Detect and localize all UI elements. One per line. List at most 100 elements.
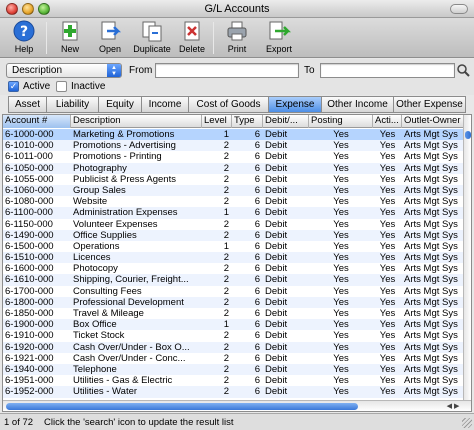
cell-type: 6 [254, 330, 260, 342]
toolbar-separator [213, 22, 214, 54]
table-row[interactable]: 6-1150-000 Volunteer Expenses 2 6 Debit Yes Ye… [3, 219, 465, 230]
cell-type: 6 [254, 308, 260, 319]
table-row[interactable]: 6-1952-000 Utilities - Water 2 6 Debit Yes Yes… [3, 386, 465, 398]
cell-active: Yes [379, 240, 396, 252]
search-icon[interactable] [456, 61, 470, 79]
table-row[interactable]: 6-1940-000 Telephone 2 6 Debit Yes Yes Arts Mgt… [3, 363, 465, 376]
account-type-tabs: Asset Liability Equity Income Cost of Go… [8, 96, 466, 113]
table-row[interactable]: 6-1000-000 Marketing & Promotions 1 6 Debit Y… [3, 129, 465, 141]
help-button[interactable]: ? Help [4, 19, 44, 57]
cell-level: 2 [223, 375, 229, 387]
print-button[interactable]: Print [217, 19, 257, 57]
table-row[interactable]: 6-1080-000 Website 2 6 Debit Yes Yes Arts Mgt S… [3, 196, 465, 207]
cell-outlet-owner: Arts Mgt Sys [404, 218, 458, 230]
table-row[interactable]: 6-1500-000 Operations 1 6 Debit Yes Yes Arts Mg… [3, 241, 465, 252]
cell-debit-credit: Debit [265, 252, 288, 264]
export-label: Export [265, 44, 292, 54]
table-row[interactable]: 6-1700-000 Consulting Fees 2 6 Debit Yes Yes Ar… [3, 286, 465, 297]
active-checkbox[interactable]: ✓ [8, 81, 19, 92]
tab-cost-of-goods[interactable]: Cost of Goods [188, 96, 268, 113]
table-row[interactable]: 6-1850-000 Travel & Mileage 2 6 Debit Yes Yes A… [3, 308, 465, 319]
cell-description: Promotions - Printing [73, 151, 162, 163]
table-row[interactable]: 6-1010-000 Promotions - Advertising 2 6 Debi… [3, 140, 465, 152]
table-row[interactable]: 6-1060-000 Group Sales 2 6 Debit Yes Yes Arts M… [3, 184, 465, 197]
cell-outlet-owner: Arts Mgt Sys [404, 330, 458, 342]
to-label: To [304, 65, 315, 76]
column-header-type[interactable]: Type [232, 115, 263, 128]
tab-asset[interactable]: Asset [8, 96, 46, 113]
export-icon [269, 21, 291, 40]
table-row[interactable]: 6-1610-000 Shipping, Courier, Freight... 2… [3, 274, 465, 286]
column-header-posting[interactable]: Posting [309, 115, 373, 128]
horizontal-scroll-thumb[interactable] [6, 403, 358, 410]
cell-account: 6-1800-000 [5, 296, 54, 308]
table-row[interactable]: 6-1921-000 Cash Over/Under - Conc... 2 6 Deb… [3, 353, 465, 364]
cell-posting: Yes [333, 319, 349, 331]
duplicate-button[interactable]: Duplicate [131, 19, 173, 57]
vertical-scroll-thumb[interactable] [465, 131, 471, 139]
cell-description: Box Office [73, 319, 117, 331]
search-field-select[interactable]: Description ▲ ▼ [6, 63, 122, 78]
cell-level: 2 [223, 218, 229, 230]
tab-liability[interactable]: Liability [46, 96, 98, 113]
inactive-label: Inactive [71, 81, 106, 92]
table-row[interactable]: 6-1910-000 Ticket Stock 2 6 Debit Yes Yes Arts … [3, 330, 465, 341]
column-header-active[interactable]: Acti... [373, 115, 402, 128]
cell-level: 1 [223, 129, 229, 140]
vertical-scrollbar[interactable] [463, 115, 471, 401]
table-row[interactable]: 6-1920-000 Cash Over/Under - Box O... 2 6 De… [3, 341, 465, 353]
table-row[interactable]: 6-1100-000 Administration Expenses 1 6 Debit… [3, 207, 465, 219]
tab-other-income[interactable]: Other Income [321, 96, 393, 113]
export-button[interactable]: Export [259, 19, 299, 57]
tab-equity[interactable]: Equity [98, 96, 141, 113]
svg-text:?: ? [20, 24, 28, 40]
horizontal-scrollbar[interactable]: ◀ ▶ [3, 400, 471, 411]
table-row[interactable]: 6-1510-000 Licences 2 6 Debit Yes Yes Arts Mgt … [3, 252, 465, 264]
table-row[interactable]: 6-1055-000 Publicist & Press Agents 2 6 Debi… [3, 174, 465, 185]
cell-type: 6 [254, 375, 260, 387]
resize-grip-icon[interactable] [462, 418, 472, 428]
delete-label: Delete [178, 44, 205, 54]
column-header-outlet-owner[interactable]: Outlet-Owner [402, 115, 465, 128]
cell-level: 2 [223, 173, 229, 185]
cell-active: Yes [379, 207, 396, 219]
cell-posting: Yes [333, 352, 349, 364]
table-row[interactable]: 6-1900-000 Box Office 1 6 Debit Yes Yes Arts Mg… [3, 319, 465, 331]
cell-active: Yes [379, 363, 396, 375]
cell-posting: Yes [333, 375, 349, 387]
tab-income[interactable]: Income [141, 96, 188, 113]
scroll-arrows-icon[interactable]: ◀ ▶ [442, 402, 464, 411]
cell-type: 6 [254, 296, 260, 308]
table-row[interactable]: 6-1600-000 Photocopy 2 6 Debit Yes Yes Arts Mgt… [3, 263, 465, 274]
cell-type: 6 [254, 240, 260, 252]
cell-active: Yes [379, 330, 396, 342]
table-row[interactable]: 6-1011-000 Promotions - Printing 2 6 Debit Ye… [3, 151, 465, 162]
cell-active: Yes [379, 162, 396, 174]
open-button[interactable]: Open [90, 19, 130, 57]
table-row[interactable]: 6-1800-000 Professional Development 2 6 Debi… [3, 296, 465, 308]
cell-account: 6-1700-000 [5, 285, 54, 297]
cell-description: Marketing & Promotions [73, 129, 175, 140]
table-row[interactable]: 6-1951-000 Utilities - Gas & Electric 2 6 De… [3, 375, 465, 386]
cell-outlet-owner: Arts Mgt Sys [404, 196, 458, 208]
column-header-description[interactable]: Description [71, 115, 202, 128]
delete-button[interactable]: Delete [172, 19, 212, 57]
cell-debit-credit: Debit [265, 229, 288, 241]
inactive-checkbox[interactable] [56, 81, 67, 92]
tab-expense[interactable]: Expense [268, 96, 321, 113]
cell-type: 6 [254, 173, 260, 185]
to-input[interactable] [320, 63, 455, 78]
toolbar-toggle-button[interactable] [450, 4, 468, 14]
column-header-level[interactable]: Level [202, 115, 232, 128]
column-header-debit-credit[interactable]: Debit/... [263, 115, 309, 128]
column-header-account[interactable]: Account # [3, 115, 71, 128]
cell-debit-credit: Debit [265, 352, 288, 364]
from-input[interactable] [155, 63, 299, 78]
open-label: Open [98, 44, 122, 54]
cell-outlet-owner: Arts Mgt Sys [404, 129, 458, 140]
new-button[interactable]: New [50, 19, 90, 57]
table-row[interactable]: 6-1490-000 Office Supplies 2 6 Debit Yes Yes Ar… [3, 229, 465, 241]
printer-icon [227, 21, 247, 41]
tab-other-expense[interactable]: Other Expense [393, 96, 466, 113]
table-row[interactable]: 6-1050-000 Photography 2 6 Debit Yes Yes Arts M… [3, 162, 465, 174]
